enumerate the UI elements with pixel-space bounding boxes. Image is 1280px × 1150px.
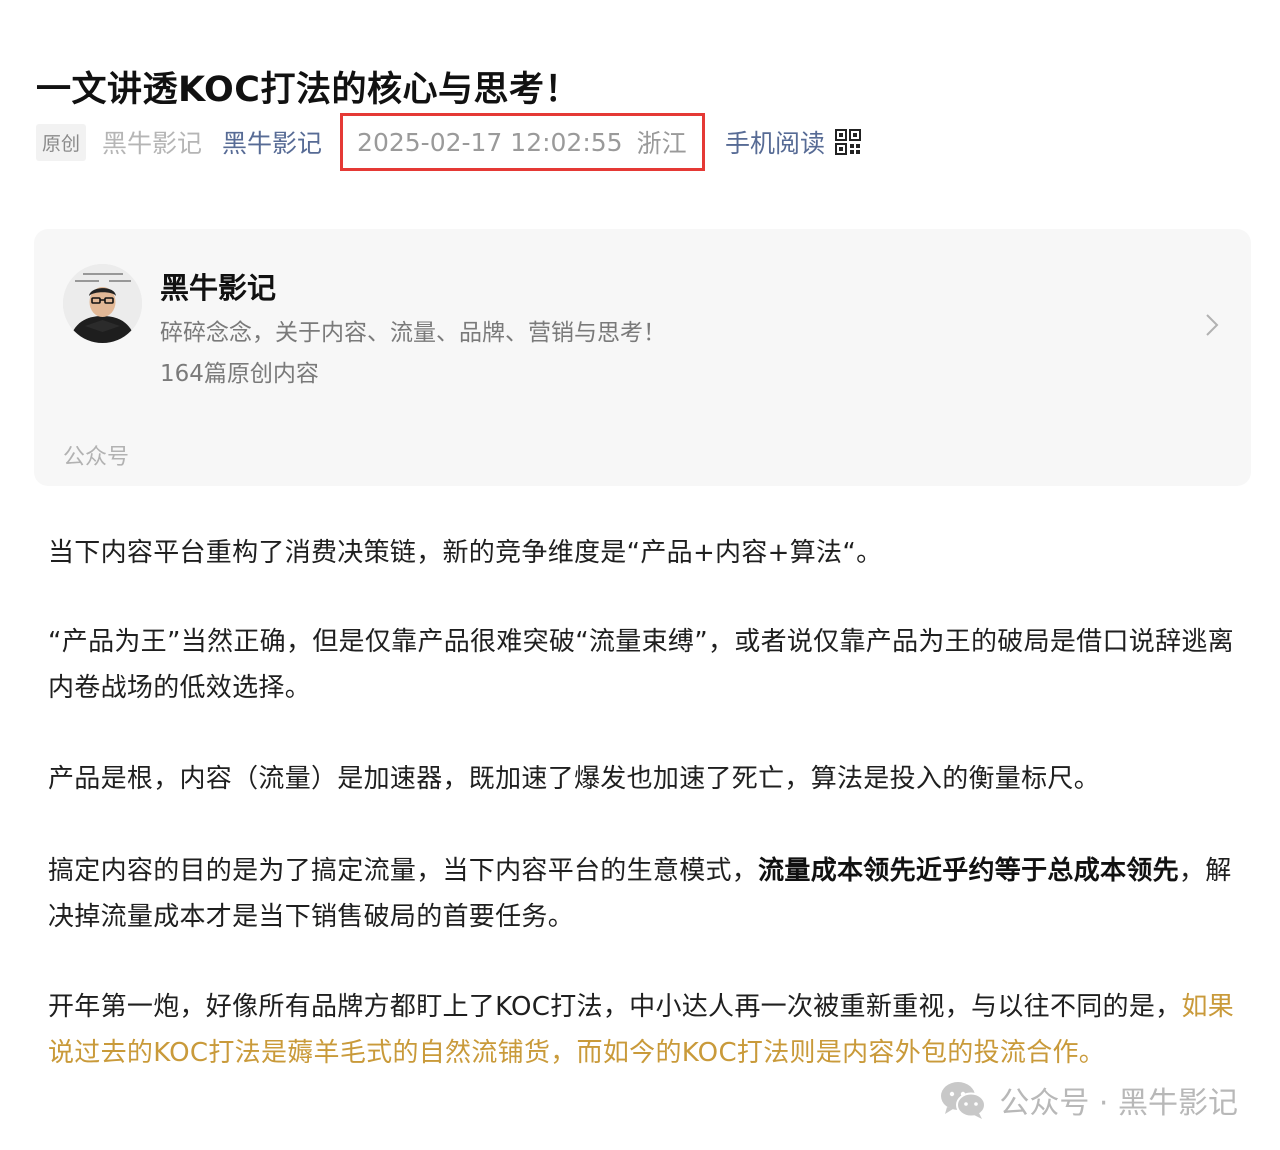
paragraph-4-bold: 流量成本领先近乎约等于总成本领先 (758, 856, 1179, 886)
paragraph-5-text: 开年第一炮，好像所有品牌方都盯上了KOC打法，中小达人再一次被重新重视，与以往不… (48, 992, 1182, 1022)
paragraph-5: 开年第一炮，好像所有品牌方都盯上了KOC打法，中小达人再一次被重新重视，与以往不… (48, 984, 1240, 1076)
publish-location: 浙江 (636, 129, 687, 158)
card-account-name: 黑牛影记 (160, 271, 277, 305)
author-name: 黑牛影记 (102, 129, 203, 158)
publish-datetime: 2025-02-17 12:02:55 (357, 127, 623, 157)
paragraph-2: “产品为王”当然正确，但是仅靠产品很难突破“流量束缚”，或者说仅靠产品为王的破局… (48, 627, 1234, 703)
card-account-description: 碎碎念念，关于内容、流量、品牌、营销与思考！ (160, 320, 666, 346)
mobile-read-label: 手机阅读 (725, 129, 826, 158)
account-link[interactable]: 黑牛影记 (222, 124, 322, 160)
watermark: 公众号 · 黑牛影记 (939, 1078, 1238, 1122)
chevron-right-icon (1206, 314, 1219, 336)
original-tag: 原创 (36, 123, 87, 161)
avatar (63, 264, 142, 343)
article-meta: 原创 黑牛影记 黑牛影记 2025-02-17 12:02:55 浙江 手机阅读 (36, 113, 862, 171)
qr-code-icon (835, 129, 862, 155)
paragraph-3: 产品是根，内容（流量）是加速器，既加速了爆发也加速了死亡，算法是投入的衡量标尺。 (48, 764, 1101, 794)
mobile-read-button[interactable]: 手机阅读 (725, 124, 862, 160)
account-profile-card[interactable]: 黑牛影记 碎碎念念，关于内容、流量、品牌、营销与思考！ 164篇原创内容 公众号 (34, 229, 1251, 486)
card-footer-label: 公众号 (63, 445, 130, 470)
publish-time-highlight: 2025-02-17 12:02:55 浙江 (340, 113, 706, 171)
paragraph-4: 搞定内容的目的是为了搞定流量，当下内容平台的生意模式，流量成本领先近乎约等于总成… (48, 848, 1240, 940)
article-title: 一文讲透KOC打法的核心与思考！ (36, 70, 580, 111)
avatar-image (63, 264, 142, 343)
paragraph-4-text-a: 搞定内容的目的是为了搞定流量，当下内容平台的生意模式， (48, 856, 759, 886)
watermark-text: 公众号 · 黑牛影记 (999, 1086, 1238, 1121)
wechat-icon (941, 1082, 987, 1119)
card-article-count: 164篇原创内容 (160, 361, 319, 387)
paragraph-1: 当下内容平台重构了消费决策链，新的竞争维度是“产品+内容+算法“。 (48, 538, 883, 568)
